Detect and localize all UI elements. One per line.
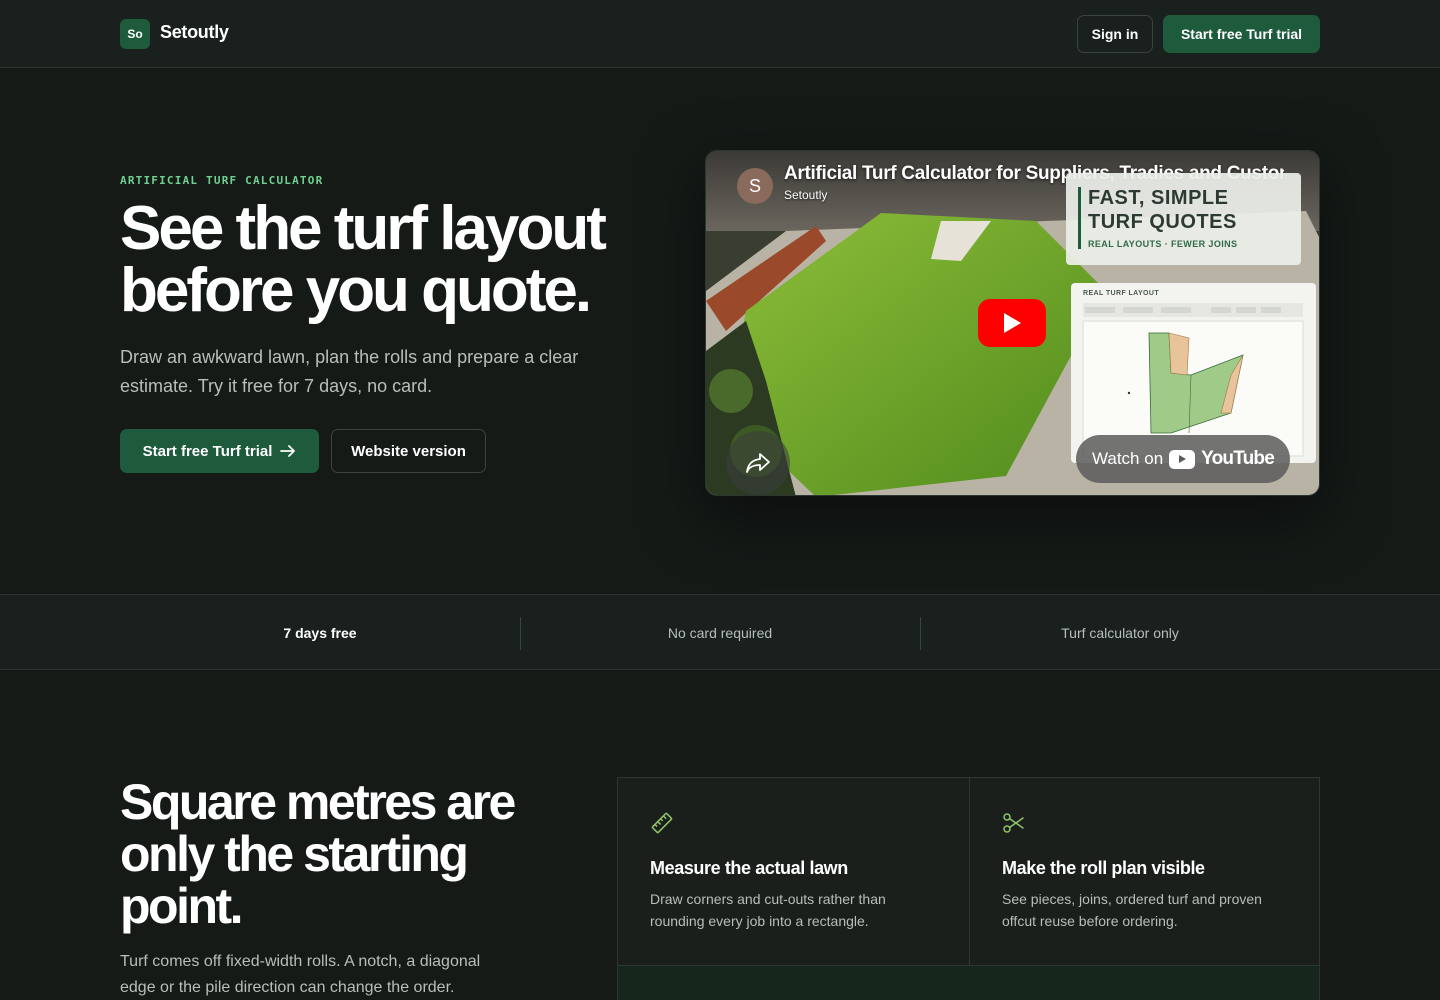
- hero-trial-label: Start free Turf trial: [142, 442, 273, 460]
- feature-title: Make the roll plan visible: [1002, 858, 1205, 878]
- hero-trial-button[interactable]: Start free Turf trial: [120, 429, 319, 473]
- arrow-right-icon: [280, 445, 296, 457]
- feature-description: See pieces, joins, ordered turf and prov…: [1002, 891, 1262, 929]
- section-subtitle: Turf comes off fixed-width rolls. A notc…: [120, 953, 481, 996]
- channel-avatar[interactable]: S: [737, 168, 773, 204]
- hero-title: See the turf layout before you quote.: [120, 194, 607, 325]
- feature-grid: Measure the actual lawn Draw corners and…: [617, 777, 1320, 1000]
- hero-subtitle: Draw an awkward lawn, plan the rolls and…: [120, 347, 579, 396]
- feature-card-roll-plan: Make the roll plan visible See pieces, j…: [969, 778, 1320, 965]
- video-channel[interactable]: Setoutly: [784, 188, 827, 202]
- site-header: So Setoutly Sign in Start free Turf tria…: [0, 0, 1440, 68]
- feature-grid-footer: [618, 965, 1319, 1000]
- section-title: Square metres are only the starting poin…: [120, 774, 516, 934]
- watch-on-youtube-button[interactable]: Watch on YouTube: [1076, 435, 1290, 483]
- feature-description: Draw corners and cut-outs rather than ro…: [650, 891, 886, 929]
- benefit-free-days: 7 days free: [283, 625, 357, 641]
- quote-card-line2: TURF QUOTES: [1088, 211, 1237, 233]
- play-icon: [1004, 313, 1021, 333]
- play-button[interactable]: [978, 299, 1046, 347]
- benefits-strip: 7 days free No card required Turf calcul…: [0, 594, 1440, 670]
- brand-name[interactable]: Setoutly: [160, 22, 229, 43]
- logo-mark[interactable]: So: [120, 19, 150, 49]
- quote-card-line1: FAST, SIMPLE: [1088, 187, 1229, 209]
- share-button[interactable]: [726, 431, 790, 495]
- benefit-calculator-only: Turf calculator only: [1061, 625, 1179, 641]
- feature-card-measure: Measure the actual lawn Draw corners and…: [618, 778, 969, 965]
- signin-button[interactable]: Sign in: [1077, 15, 1153, 53]
- share-icon: [746, 453, 770, 473]
- header-trial-button[interactable]: Start free Turf trial: [1163, 15, 1320, 53]
- watch-on-label: Watch on: [1091, 449, 1164, 468]
- youtube-logo-icon: [1169, 449, 1196, 469]
- video-embed[interactable]: S Artificial Turf Calculator for Supplie…: [705, 150, 1320, 496]
- feature-title: Measure the actual lawn: [650, 858, 848, 878]
- benefit-no-card: No card required: [667, 625, 773, 641]
- scissors-icon: [1003, 813, 1024, 833]
- youtube-wordmark: YouTube: [1201, 448, 1275, 469]
- website-version-button[interactable]: Website version: [331, 429, 486, 473]
- thumbnail-quote-card: FAST, SIMPLE TURF QUOTES REAL LAYOUTS · …: [1066, 173, 1301, 265]
- hero-eyebrow: ARTIFICIAL TURF CALCULATOR: [120, 174, 324, 187]
- quote-card-tag: REAL LAYOUTS · FEWER JOINS: [1088, 239, 1238, 249]
- quote-card-accent: [1078, 187, 1081, 249]
- ruler-icon: [651, 812, 673, 834]
